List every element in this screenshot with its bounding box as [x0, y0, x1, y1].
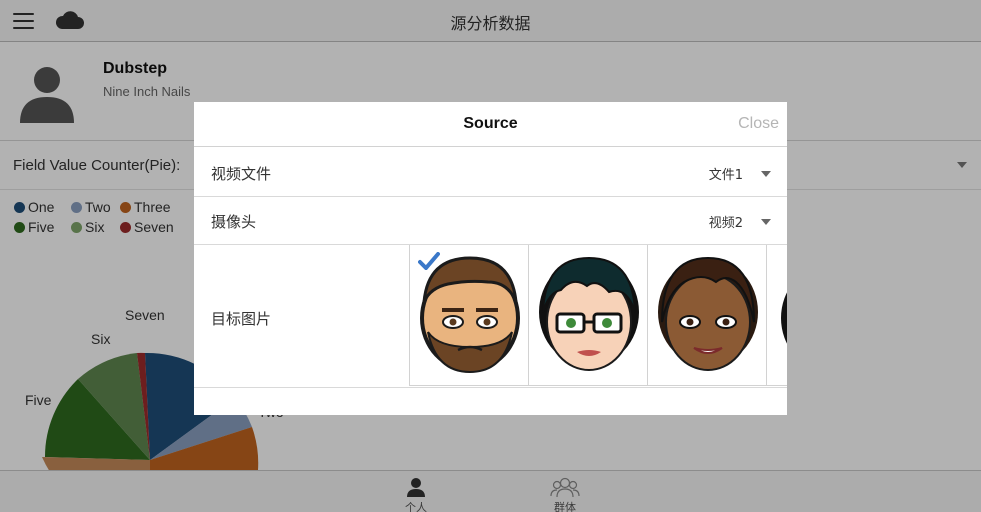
chevron-down-icon [761, 218, 771, 225]
bearded-man-face[interactable] [410, 245, 529, 385]
video-file-row[interactable]: 视频文件 文件1 [194, 148, 787, 197]
camera-select[interactable]: 视频2 [709, 212, 771, 231]
target-image-label: 目标图片 [211, 310, 272, 328]
dark-woman-face[interactable] [648, 245, 767, 385]
close-button[interactable]: Close [738, 115, 779, 133]
partial-face[interactable] [767, 245, 787, 385]
checkmark-icon [418, 252, 440, 270]
camera-row[interactable]: 摄像头 视频2 [194, 197, 787, 245]
source-modal: Source Close 视频文件 文件1 摄像头 视频2 目标图片 [194, 102, 787, 415]
camera-label: 摄像头 [211, 213, 257, 231]
target-image-row: 目标图片 [194, 245, 787, 388]
video-file-label: 视频文件 [211, 165, 272, 183]
face-picker [409, 245, 787, 386]
modal-header: Source Close [194, 102, 787, 147]
modal-title: Source [463, 115, 518, 132]
chevron-down-icon [761, 170, 771, 177]
video-file-select[interactable]: 文件1 [709, 164, 771, 183]
woman-glasses-face[interactable] [529, 245, 648, 385]
